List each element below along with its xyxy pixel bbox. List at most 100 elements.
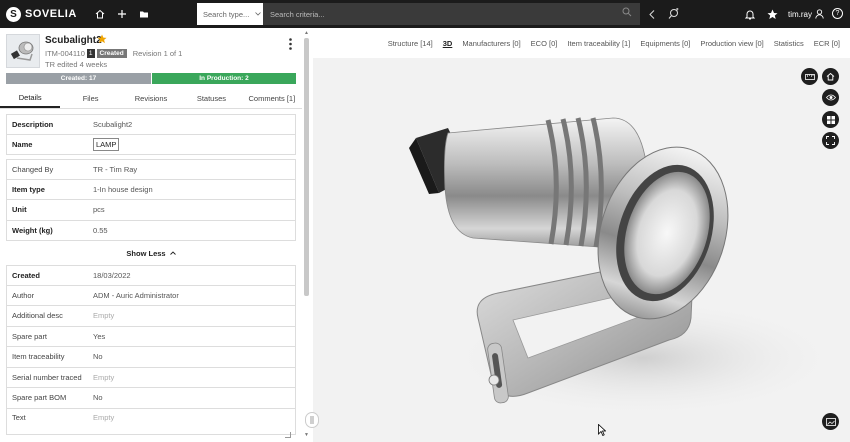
favorite-star-icon[interactable] <box>97 34 107 47</box>
item-details-panel: Scubalight2 ITM-004110 1 Created Revisio… <box>0 28 313 442</box>
left-panel-scrollbar[interactable]: ▲ ▼ <box>303 30 310 440</box>
status-summary-bar: Created: 17 In Production: 2 <box>6 73 296 84</box>
tab-structure[interactable]: Structure [14] <box>388 28 433 58</box>
property-row: Unit pcs <box>6 200 296 221</box>
tab-revisions[interactable]: Revisions <box>121 89 181 108</box>
back-arrow-icon[interactable] <box>645 0 659 28</box>
chevron-up-icon <box>169 250 176 257</box>
item-code: ITM-004110 <box>45 49 85 58</box>
property-value: 0.55 <box>93 225 108 235</box>
logo[interactable]: S SOVELIA <box>6 0 77 28</box>
property-value: TR - Tim Ray <box>93 164 138 174</box>
fullscreen-icon[interactable] <box>822 132 839 149</box>
property-value: Yes <box>93 331 106 341</box>
property-label: Spare part BOM <box>12 393 67 403</box>
status-created[interactable]: Created: 17 <box>6 73 151 84</box>
3d-model-render[interactable] <box>313 58 850 442</box>
tab-manufacturers[interactable]: Manufacturers [0] <box>462 28 520 58</box>
folder-icon[interactable] <box>133 0 155 28</box>
property-value: Empty <box>93 311 115 321</box>
tab-details[interactable]: Details <box>0 89 61 108</box>
tab-ecr[interactable]: ECR [0] <box>814 28 840 58</box>
property-label: Weight (kg) <box>12 225 53 235</box>
property-label: Serial number traced <box>12 372 82 382</box>
mouse-cursor <box>598 423 607 437</box>
property-row: Created 18/03/2022 <box>6 265 296 286</box>
property-row: Item traceability No <box>6 347 296 368</box>
tab-statuses[interactable]: Statuses <box>181 89 241 108</box>
viewer-tabs: Structure [14] 3D Manufacturers [0] ECO … <box>313 28 850 58</box>
search-icon[interactable] <box>622 7 636 21</box>
item-title: Scubalight2 <box>45 35 102 46</box>
property-row: Author ADM - Auric Administrator <box>6 285 296 306</box>
logo-text: SOVELIA <box>25 8 77 20</box>
add-icon[interactable] <box>111 0 133 28</box>
tab-production-view[interactable]: Production view [0] <box>700 28 763 58</box>
revision-label[interactable]: Revision 1 of 1 <box>133 49 183 58</box>
user-icon[interactable] <box>813 0 825 28</box>
property-row: Name LAMP <box>6 134 296 155</box>
property-value: Scubalight2 <box>93 119 133 129</box>
help-icon[interactable]: ? <box>832 8 843 19</box>
property-row: Spare part Yes <box>6 326 296 347</box>
property-row: Weight (kg) 0.55 <box>6 220 296 241</box>
favorites-star-icon[interactable] <box>764 0 780 28</box>
measure-icon[interactable] <box>801 68 818 85</box>
chevron-down-icon <box>255 11 262 18</box>
tab-files[interactable]: Files <box>60 89 120 108</box>
property-value: Empty <box>93 372 115 382</box>
property-label: Author <box>12 290 35 300</box>
property-label: Text <box>12 412 26 422</box>
property-row: Changed By TR - Tim Ray <box>6 159 296 180</box>
eye-icon[interactable] <box>822 89 839 106</box>
property-label: Item type <box>12 184 45 194</box>
home-icon[interactable] <box>89 0 111 28</box>
scroll-down-icon[interactable]: ▼ <box>303 432 310 438</box>
snapshot-icon[interactable] <box>822 413 839 430</box>
property-value: pcs <box>93 205 105 215</box>
3d-viewer[interactable] <box>313 58 850 442</box>
property-value: ADM - Auric Administrator <box>93 290 179 300</box>
property-label: Description <box>12 119 54 129</box>
tab-statistics[interactable]: Statistics <box>774 28 804 58</box>
logo-mark: S <box>6 6 21 22</box>
property-label: Additional desc <box>12 311 63 321</box>
search-type-label: Search type... <box>203 9 250 19</box>
state-badge: Created <box>96 49 127 58</box>
property-value: No <box>93 393 103 403</box>
name-field[interactable]: LAMP <box>93 137 120 151</box>
property-value: 1-In house design <box>93 184 153 194</box>
more-menu-icon[interactable] <box>286 37 294 51</box>
tab-comments[interactable]: Comments [1] <box>242 89 302 108</box>
bell-icon[interactable] <box>742 0 758 28</box>
property-row: Serial number traced Empty <box>6 367 296 388</box>
tab-eco[interactable]: ECO [0] <box>531 28 558 58</box>
version-badge: 1 <box>86 49 95 58</box>
scrollbar-thumb[interactable] <box>304 38 309 296</box>
property-list: Description Scubalight2 Name LAMP Change… <box>6 114 296 435</box>
tab-item-traceability[interactable]: Item traceability [1] <box>567 28 630 58</box>
property-label: Created <box>12 270 40 280</box>
tab-3d[interactable]: 3D <box>443 28 453 58</box>
property-row: Item type 1-In house design <box>6 179 296 200</box>
show-less-label: Show Less <box>126 248 166 258</box>
tab-equipments[interactable]: Equipments [0] <box>640 28 690 58</box>
username[interactable]: tim.ray <box>788 0 812 28</box>
textarea-resize-handle[interactable] <box>285 432 291 438</box>
property-label: Name <box>12 139 33 149</box>
edited-info: TR edited 4 weeks <box>45 60 108 69</box>
search-input[interactable] <box>263 3 640 25</box>
status-in-production[interactable]: In Production: 2 <box>152 73 296 84</box>
show-less-toggle[interactable]: Show Less <box>6 241 296 265</box>
advanced-search-icon[interactable] <box>664 0 684 28</box>
panel-splitter-handle[interactable] <box>305 412 319 428</box>
item-thumbnail[interactable] <box>6 34 40 68</box>
property-row: Additional desc Empty <box>6 306 296 327</box>
property-label: Changed By <box>12 164 54 174</box>
scroll-up-icon[interactable]: ▲ <box>303 30 310 36</box>
text-field[interactable]: Empty <box>93 413 114 422</box>
home-view-icon[interactable] <box>822 68 839 85</box>
property-label: Item traceability <box>12 352 65 362</box>
search-type-select[interactable]: Search type... <box>197 3 263 25</box>
grid-icon[interactable] <box>822 111 839 128</box>
